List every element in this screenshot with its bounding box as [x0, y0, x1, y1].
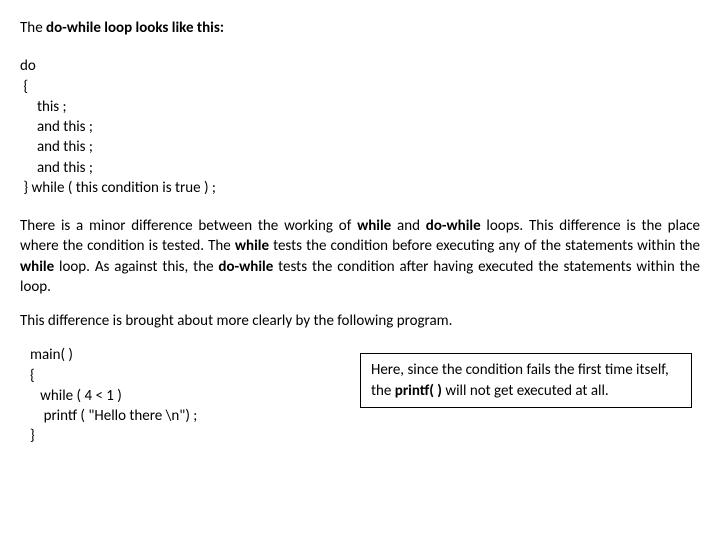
note-t2: will not get executed at all. [442, 382, 609, 400]
example-code: main( ) { while ( 4 < 1 ) printf ( "Hell… [20, 345, 330, 446]
p1-b2: do-while [426, 217, 481, 235]
p1-b5: do-while [218, 258, 273, 276]
p1-t4: tests the condition before executing any… [269, 237, 700, 255]
heading: The do-while loop looks like this: [20, 18, 700, 38]
heading-bold: do-while loop looks like this: [46, 19, 224, 37]
p1-t5: loop. As against this, the [54, 258, 218, 276]
note-box: Here, since the condition fails the firs… [360, 353, 692, 408]
p1-b1: while [357, 217, 391, 235]
example-row: main( ) { while ( 4 < 1 ) printf ( "Hell… [20, 345, 700, 446]
p1-t2: and [391, 217, 426, 235]
note-b1: printf( ) [395, 382, 442, 400]
p1-b3: while [235, 237, 269, 255]
heading-pre: The [20, 19, 46, 37]
do-while-pseudocode: do { this ; and this ; and this ; and th… [20, 56, 700, 198]
paragraph-lead-in: This difference is brought about more cl… [20, 311, 700, 331]
p1-t1: There is a minor difference between the … [20, 217, 357, 235]
paragraph-difference: There is a minor difference between the … [20, 216, 700, 297]
p1-b4: while [20, 258, 54, 276]
